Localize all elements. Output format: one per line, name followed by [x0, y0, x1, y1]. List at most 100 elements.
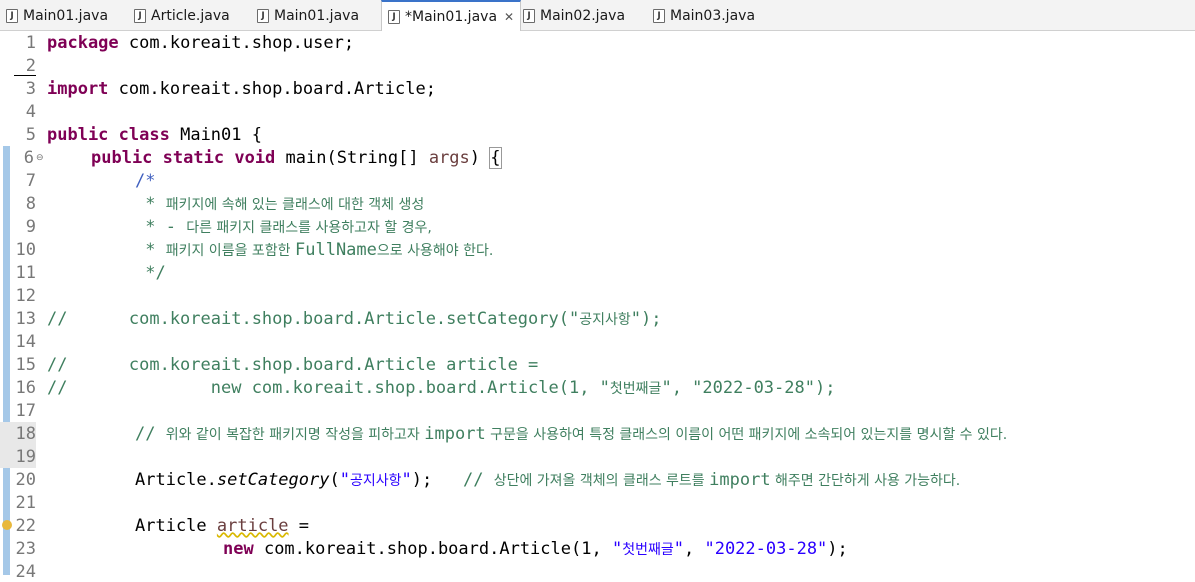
line-number: 23 — [15, 539, 36, 559]
keyword: static — [162, 148, 225, 168]
code-line: package com.koreait.shop.user; — [47, 33, 354, 53]
comment-text: 다른 패키지 클래스를 사용하고자 할 경우, — [186, 220, 432, 236]
comment-text: 첫번째글 — [609, 381, 662, 397]
string-literal: 공지사항 — [349, 473, 402, 489]
close-icon[interactable]: ✕ — [504, 10, 514, 24]
comment-text: import — [424, 424, 486, 444]
code-text: , — [683, 539, 705, 559]
java-file-icon: J — [523, 8, 535, 23]
editor-tab-bar: J Main01.java J Article.java J Main01.ja… — [0, 0, 1195, 31]
string-literal: " — [673, 539, 684, 559]
comment-text: * — [135, 240, 166, 260]
comment-text: 해주면 간단하게 사용 가능하다. — [770, 473, 961, 489]
code-editor[interactable]: ⊖ 1 2 3 4 5 6 7 8 9 10 11 12 13 14 15 16… — [0, 31, 1195, 582]
tab-main03[interactable]: J Main03.java — [653, 0, 755, 31]
line-number: 3 — [25, 79, 36, 99]
comment-text: /* — [135, 171, 156, 191]
line-number: 16 — [15, 378, 36, 398]
comment-text: // — [135, 424, 166, 444]
comment-text: 상단에 가져올 객체의 클래스 루트를 — [493, 473, 710, 489]
line-number: 11 — [15, 263, 36, 283]
keyword: class — [118, 125, 170, 145]
code-line: // new com.koreait.shop.board.Article(1,… — [47, 378, 835, 398]
code-text: Article. — [135, 470, 217, 490]
code-text: com.koreait.shop.board.Article; — [108, 79, 436, 99]
tab-main01-1[interactable]: J Main01.java — [6, 0, 108, 31]
line-number: 15 — [15, 355, 36, 375]
code-line: // 위와 같이 복잡한 패키지명 작성을 피하고자 import 구문을 사용… — [135, 424, 1007, 444]
string-literal: "2022-03-28" — [704, 539, 828, 559]
tab-main01-active[interactable]: J *Main01.java ✕ — [381, 0, 522, 31]
code-line: Article article = — [135, 516, 309, 536]
comment-text: ", "2022-03-28"); — [661, 378, 836, 398]
java-file-icon: J — [6, 8, 18, 23]
line-number: 18 — [15, 424, 36, 444]
code-line: public class Main01 { — [47, 125, 262, 145]
line-number: 8 — [25, 194, 36, 214]
string-literal: " — [339, 470, 350, 490]
comment-text: FullName — [295, 240, 377, 260]
line-number: 21 — [15, 493, 36, 513]
comment-text: * — [135, 194, 166, 214]
comment-text: 패키지에 속해 있는 클래스에 대한 객체 생성 — [165, 197, 425, 213]
line-number: 20 — [15, 470, 36, 490]
tab-label: Article.java — [151, 7, 230, 24]
comment-text: 공지사항 — [579, 312, 631, 328]
line-number: 10 — [15, 240, 36, 260]
code-line: * 패키지 이름을 포함한 FullName으로 사용해야 한다. — [135, 240, 493, 260]
code-line: // com.koreait.shop.board.Article.setCat… — [47, 309, 661, 329]
comment-text: // new com.koreait.shop.board.Article(1,… — [47, 378, 610, 398]
matching-brace: { — [489, 147, 502, 169]
code-text: ( — [329, 470, 340, 490]
fold-icon[interactable]: ⊖ — [36, 153, 44, 163]
code-line: */ — [135, 263, 166, 283]
tab-main01-2[interactable]: J Main01.java — [257, 0, 359, 31]
line-number: 1 — [25, 33, 36, 53]
tab-main02[interactable]: J Main02.java — [523, 0, 625, 31]
java-file-icon: J — [257, 8, 269, 23]
comment-text: 으로 사용해야 한다. — [376, 243, 494, 259]
keyword: public — [47, 125, 109, 145]
java-file-icon: J — [134, 8, 146, 23]
variable-name: article — [216, 516, 289, 536]
keyword: package — [47, 33, 119, 53]
string-literal: 첫번째글 — [622, 542, 674, 558]
code-text: = — [288, 516, 310, 536]
code-line: Article.setCategory("공지사항"); // 상단에 가져올 … — [135, 470, 960, 490]
comment-text: import — [709, 470, 771, 490]
code-text: ); — [827, 539, 848, 559]
code-line: * - 다른 패키지 클래스를 사용하고자 할 경우, — [135, 217, 432, 237]
comment-text: * - — [135, 217, 187, 237]
code-line: * 패키지에 속해 있는 클래스에 대한 객체 생성 — [135, 194, 424, 214]
tab-label: Main03.java — [670, 7, 756, 24]
tab-article[interactable]: J Article.java — [134, 0, 230, 31]
line-number: 17 — [15, 401, 36, 421]
code-line: // com.koreait.shop.board.Article articl… — [47, 355, 538, 375]
code-text: com.koreait.shop.board.Article(1, — [253, 539, 612, 559]
line-number: 13 — [15, 309, 36, 329]
java-file-icon: J — [388, 9, 400, 24]
line-number: 24 — [15, 562, 36, 582]
code-text: main(String[] — [275, 148, 429, 168]
code-text: com.koreait.shop.user; — [118, 33, 355, 53]
comment-text: */ — [135, 263, 166, 283]
code-text: ); — [411, 470, 433, 490]
tab-label: Main01.java — [274, 7, 360, 24]
comment-text: // com.koreait.shop.board.Article.setCat… — [47, 309, 580, 329]
line-number: 14 — [15, 332, 36, 352]
keyword: new — [223, 539, 254, 559]
comment-text: 위와 같이 복잡한 패키지명 작성을 피하고자 — [165, 427, 425, 443]
code-text: Main01 { — [169, 125, 262, 145]
string-literal: " — [401, 470, 412, 490]
line-number: 9 — [25, 217, 36, 237]
code-text: ) — [469, 148, 491, 168]
tab-label: *Main01.java — [405, 8, 498, 25]
method-name: setCategory — [216, 470, 330, 490]
comment-text: 구문을 사용하여 특정 클래스의 이름이 어떤 패키지에 소속되어 있는지를 명… — [485, 427, 1008, 443]
line-number: 5 — [25, 125, 36, 145]
string-literal: " — [611, 539, 623, 559]
code-line: public static void main(String[] args) { — [91, 147, 502, 169]
comment-text: "); — [630, 309, 662, 329]
keyword: public — [91, 148, 153, 168]
line-number: 6 — [23, 148, 34, 168]
